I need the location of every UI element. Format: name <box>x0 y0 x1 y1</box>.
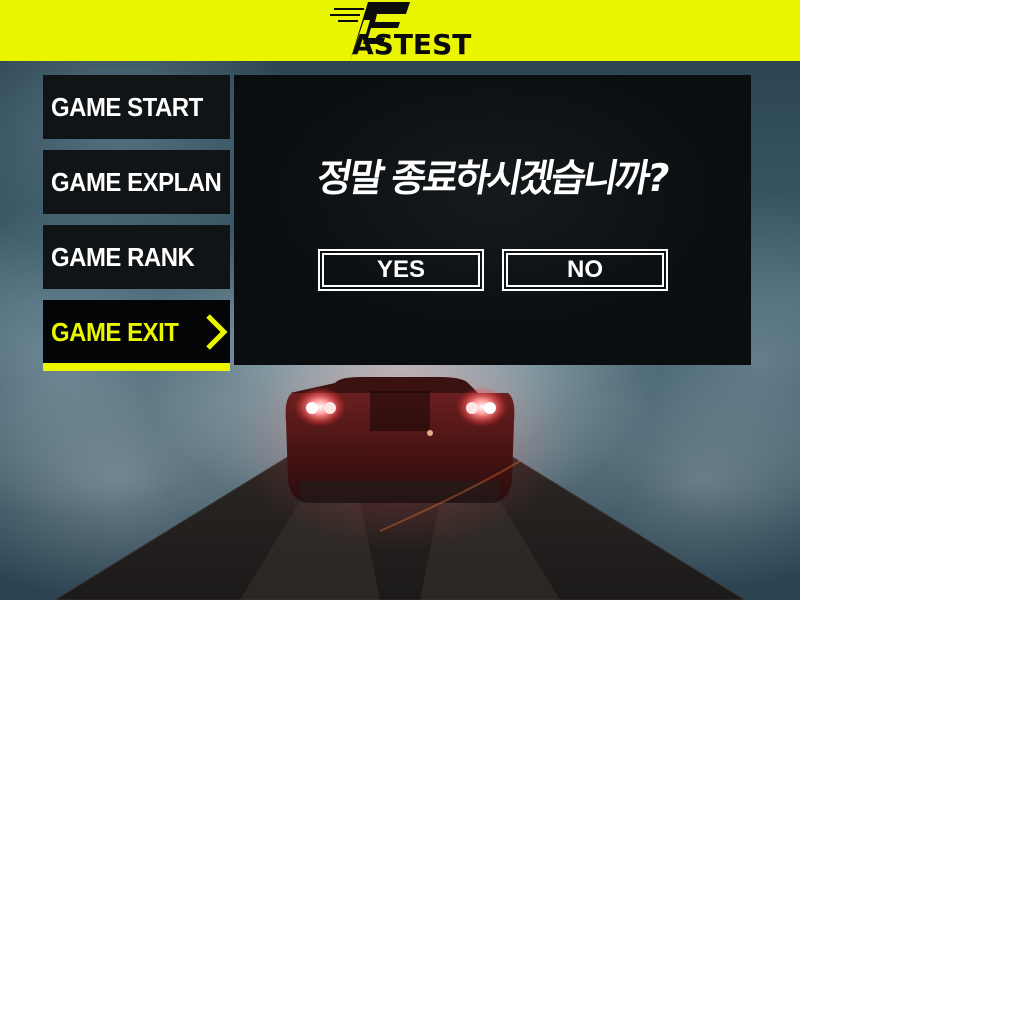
no-button[interactable]: NO <box>502 249 668 291</box>
menu-item-game-rank[interactable]: GAME RANK <box>43 225 230 289</box>
dialog-message: 정말 종료하시겠습니까? <box>313 156 671 200</box>
menu-item-label: GAME START <box>51 92 203 122</box>
no-button-label: NO <box>567 256 603 283</box>
header-bar: F ASTEST <box>0 0 800 61</box>
yes-button[interactable]: YES <box>318 249 484 291</box>
menu-item-label: GAME EXPLAN <box>51 167 222 197</box>
selected-underline <box>43 363 230 371</box>
exit-confirm-dialog: 정말 종료하시겠습니까? YES NO <box>234 75 751 365</box>
menu-item-game-exit[interactable]: GAME EXIT <box>43 300 230 371</box>
menu-item-label: GAME RANK <box>51 242 195 272</box>
menu-item-label: GAME EXIT <box>51 317 179 347</box>
game-logo: F ASTEST <box>330 0 490 61</box>
menu-item-game-explan[interactable]: GAME EXPLAN <box>43 150 230 214</box>
logo-text: ASTEST <box>352 28 472 61</box>
yes-button-label: YES <box>376 256 426 283</box>
chevron-right-icon <box>206 314 228 350</box>
menu-item-game-start[interactable]: GAME START <box>43 75 230 139</box>
yes-button-frame: YES <box>322 253 480 287</box>
no-button-frame: NO <box>506 253 664 287</box>
game-screen: F ASTEST GAME START GAME EXPLAN GAME RAN… <box>0 0 800 600</box>
